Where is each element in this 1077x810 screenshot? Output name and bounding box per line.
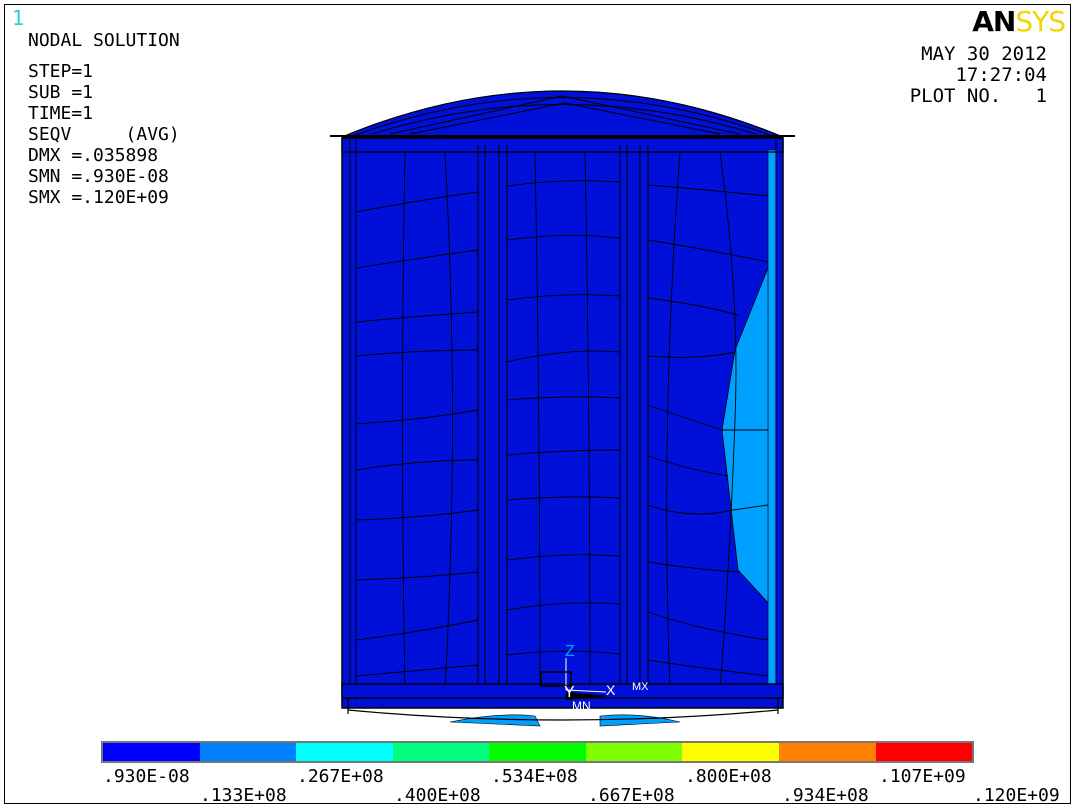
triad-z-label: Z	[565, 643, 575, 660]
legend-band-3	[296, 743, 393, 761]
legend-band-4	[392, 743, 490, 761]
legend-band-8	[778, 743, 876, 761]
triad-x-label: X	[606, 682, 616, 698]
legend-label-top-2: .267E+08	[297, 766, 384, 787]
fea-model: Z Y X MN MX	[330, 90, 795, 727]
legend-label-top-4: .800E+08	[685, 766, 772, 787]
legend-label-bottom-5: .120E+09	[973, 785, 1060, 806]
legend-label-top-1: .930E-08	[103, 766, 190, 787]
legend-band-9	[875, 743, 973, 761]
legend-band-6	[585, 743, 683, 761]
max-marker: MX	[632, 681, 649, 693]
legend-label-top-5: .107E+09	[879, 766, 966, 787]
min-marker: MN	[572, 699, 591, 713]
tank-body	[341, 137, 784, 709]
legend-label-bottom-3: .667E+08	[588, 785, 675, 806]
legend-band-1	[103, 743, 200, 761]
legend-band-5	[489, 743, 586, 761]
legend-band-2	[199, 743, 297, 761]
color-legend-bar	[101, 741, 974, 763]
legend-label-bottom-2: .400E+08	[394, 785, 481, 806]
legend-label-bottom-4: .934E+08	[782, 785, 869, 806]
legend-label-bottom-1: .133E+08	[200, 785, 287, 806]
legend-band-7	[682, 743, 779, 761]
legend-label-top-3: .534E+08	[491, 766, 578, 787]
